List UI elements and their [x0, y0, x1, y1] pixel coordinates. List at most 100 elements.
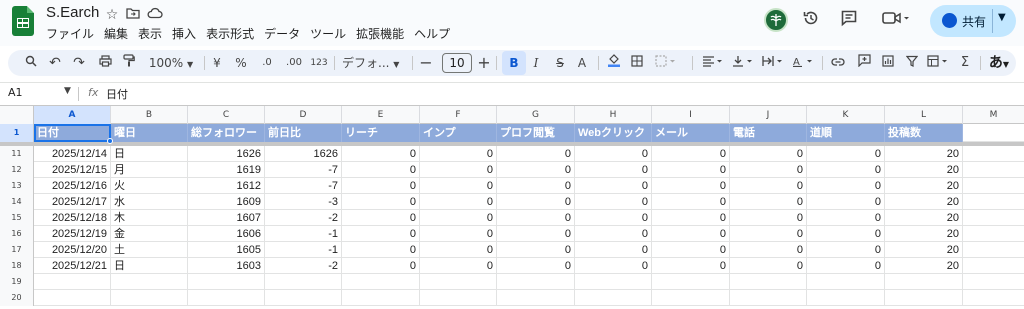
input-tools-button[interactable]: あ▼ — [984, 50, 1014, 76]
table-cell[interactable]: 0 — [497, 194, 575, 210]
insert-comment-icon[interactable] — [854, 50, 874, 76]
table-cell[interactable]: 0 — [420, 194, 497, 210]
table-cell[interactable] — [34, 274, 111, 290]
functions-icon[interactable]: Σ — [956, 50, 974, 76]
table-cell[interactable]: 0 — [807, 162, 885, 178]
table-cell[interactable]: 0 — [420, 210, 497, 226]
more-formats-button[interactable]: 123 — [310, 50, 328, 76]
bold-button[interactable]: B — [505, 50, 523, 76]
row-number[interactable]: 11 — [0, 146, 34, 162]
row-number[interactable]: 20 — [0, 290, 34, 306]
menu-help[interactable]: ヘルプ — [414, 26, 458, 42]
table-cell[interactable]: 0 — [652, 242, 730, 258]
table-cell[interactable]: 0 — [652, 258, 730, 274]
table-cell[interactable]: 金 — [111, 226, 188, 242]
strikethrough-button[interactable]: S — [552, 50, 568, 76]
table-cell[interactable]: 20 — [885, 178, 963, 194]
table-cell[interactable]: 0 — [730, 146, 807, 162]
row-number[interactable]: 19 — [0, 274, 34, 290]
table-cell[interactable]: 2025/12/15 — [34, 162, 111, 178]
text-wrapping-icon[interactable] — [760, 50, 786, 76]
col-header-a[interactable]: A — [34, 106, 111, 124]
table-cell[interactable]: 0 — [807, 146, 885, 162]
table-cell[interactable]: 日 — [111, 258, 188, 274]
menu-format[interactable]: 表示形式 — [206, 26, 262, 42]
table-cell[interactable]: 水 — [111, 194, 188, 210]
table-cell[interactable]: 0 — [342, 162, 420, 178]
table-cell[interactable]: 2025/12/19 — [34, 226, 111, 242]
row-number[interactable]: 13 — [0, 178, 34, 194]
table-cell[interactable]: -3 — [265, 194, 342, 210]
header-cell[interactable]: 電話 — [730, 124, 807, 142]
table-cell[interactable]: 0 — [497, 162, 575, 178]
menu-data[interactable]: データ — [264, 26, 308, 42]
filter-icon[interactable] — [902, 50, 922, 76]
header-cell[interactable]: プロフ閲覧 — [497, 124, 575, 142]
table-cell[interactable] — [652, 290, 730, 306]
increase-font-size-button[interactable]: + — [476, 50, 492, 76]
table-cell[interactable]: -7 — [265, 178, 342, 194]
col-header-e[interactable]: E — [342, 106, 420, 124]
table-cell[interactable]: 0 — [420, 242, 497, 258]
star-icon[interactable]: ☆ — [103, 6, 121, 24]
table-cell[interactable]: 0 — [730, 194, 807, 210]
italic-button[interactable]: I — [528, 50, 544, 76]
table-cell[interactable]: 月 — [111, 162, 188, 178]
col-header-c[interactable]: C — [188, 106, 265, 124]
table-cell[interactable]: 2025/12/18 — [34, 210, 111, 226]
row-number[interactable]: 14 — [0, 194, 34, 210]
header-cell[interactable]: インプ — [420, 124, 497, 142]
table-cell[interactable] — [342, 290, 420, 306]
table-cell[interactable]: 日 — [111, 146, 188, 162]
table-cell[interactable]: 0 — [342, 194, 420, 210]
table-cell-empty[interactable] — [963, 178, 1024, 194]
header-cell[interactable]: 総フォロワー — [188, 124, 265, 142]
format-percent-button[interactable]: % — [234, 50, 248, 76]
table-cell[interactable]: 土 — [111, 242, 188, 258]
table-cell[interactable]: 2025/12/16 — [34, 178, 111, 194]
table-cell[interactable]: 0 — [730, 210, 807, 226]
table-cell[interactable]: 1605 — [188, 242, 265, 258]
col-header-f[interactable]: F — [420, 106, 497, 124]
table-cell[interactable]: 0 — [807, 178, 885, 194]
font-size-input[interactable]: 10 — [442, 53, 472, 73]
table-cell[interactable]: 1619 — [188, 162, 265, 178]
table-cell[interactable]: 0 — [807, 194, 885, 210]
table-cell[interactable]: 0 — [730, 226, 807, 242]
table-view-icon[interactable] — [924, 50, 952, 76]
table-cell[interactable]: 2025/12/20 — [34, 242, 111, 258]
table-cell[interactable]: 1609 — [188, 194, 265, 210]
header-cell[interactable]: リーチ — [342, 124, 420, 142]
table-cell-empty[interactable] — [963, 242, 1024, 258]
decrease-decimal-button[interactable]: .0 — [258, 50, 276, 76]
table-cell[interactable]: 0 — [420, 258, 497, 274]
table-cell[interactable]: 0 — [575, 178, 652, 194]
col-header-b[interactable]: B — [111, 106, 188, 124]
table-cell[interactable]: 1626 — [265, 146, 342, 162]
table-cell[interactable]: -2 — [265, 210, 342, 226]
table-cell[interactable]: -2 — [265, 258, 342, 274]
search-menus-icon[interactable] — [22, 50, 40, 76]
table-cell[interactable]: 0 — [420, 146, 497, 162]
borders-icon[interactable] — [628, 50, 646, 76]
table-cell[interactable] — [652, 274, 730, 290]
header-cell[interactable]: 投稿数 — [885, 124, 963, 142]
undo-icon[interactable]: ↶ — [46, 50, 64, 76]
doc-title[interactable]: S.Earch — [46, 4, 99, 21]
menu-extensions[interactable]: 拡張機能 — [356, 26, 412, 42]
table-cell[interactable] — [342, 274, 420, 290]
version-history-icon[interactable] — [798, 9, 824, 35]
name-box[interactable]: A1 — [8, 86, 23, 99]
table-cell[interactable]: 0 — [807, 210, 885, 226]
paint-format-icon[interactable] — [120, 50, 138, 76]
table-cell[interactable]: 1607 — [188, 210, 265, 226]
text-color-button[interactable]: A — [574, 50, 590, 76]
insert-chart-icon[interactable] — [878, 50, 898, 76]
zoom-select[interactable]: 100% ▼ — [146, 50, 196, 76]
table-cell[interactable]: -1 — [265, 242, 342, 258]
table-cell-empty[interactable] — [963, 162, 1024, 178]
table-cell[interactable]: 0 — [575, 146, 652, 162]
table-cell[interactable]: 0 — [575, 242, 652, 258]
table-cell[interactable]: 0 — [420, 178, 497, 194]
table-cell[interactable]: 2025/12/14 — [34, 146, 111, 162]
